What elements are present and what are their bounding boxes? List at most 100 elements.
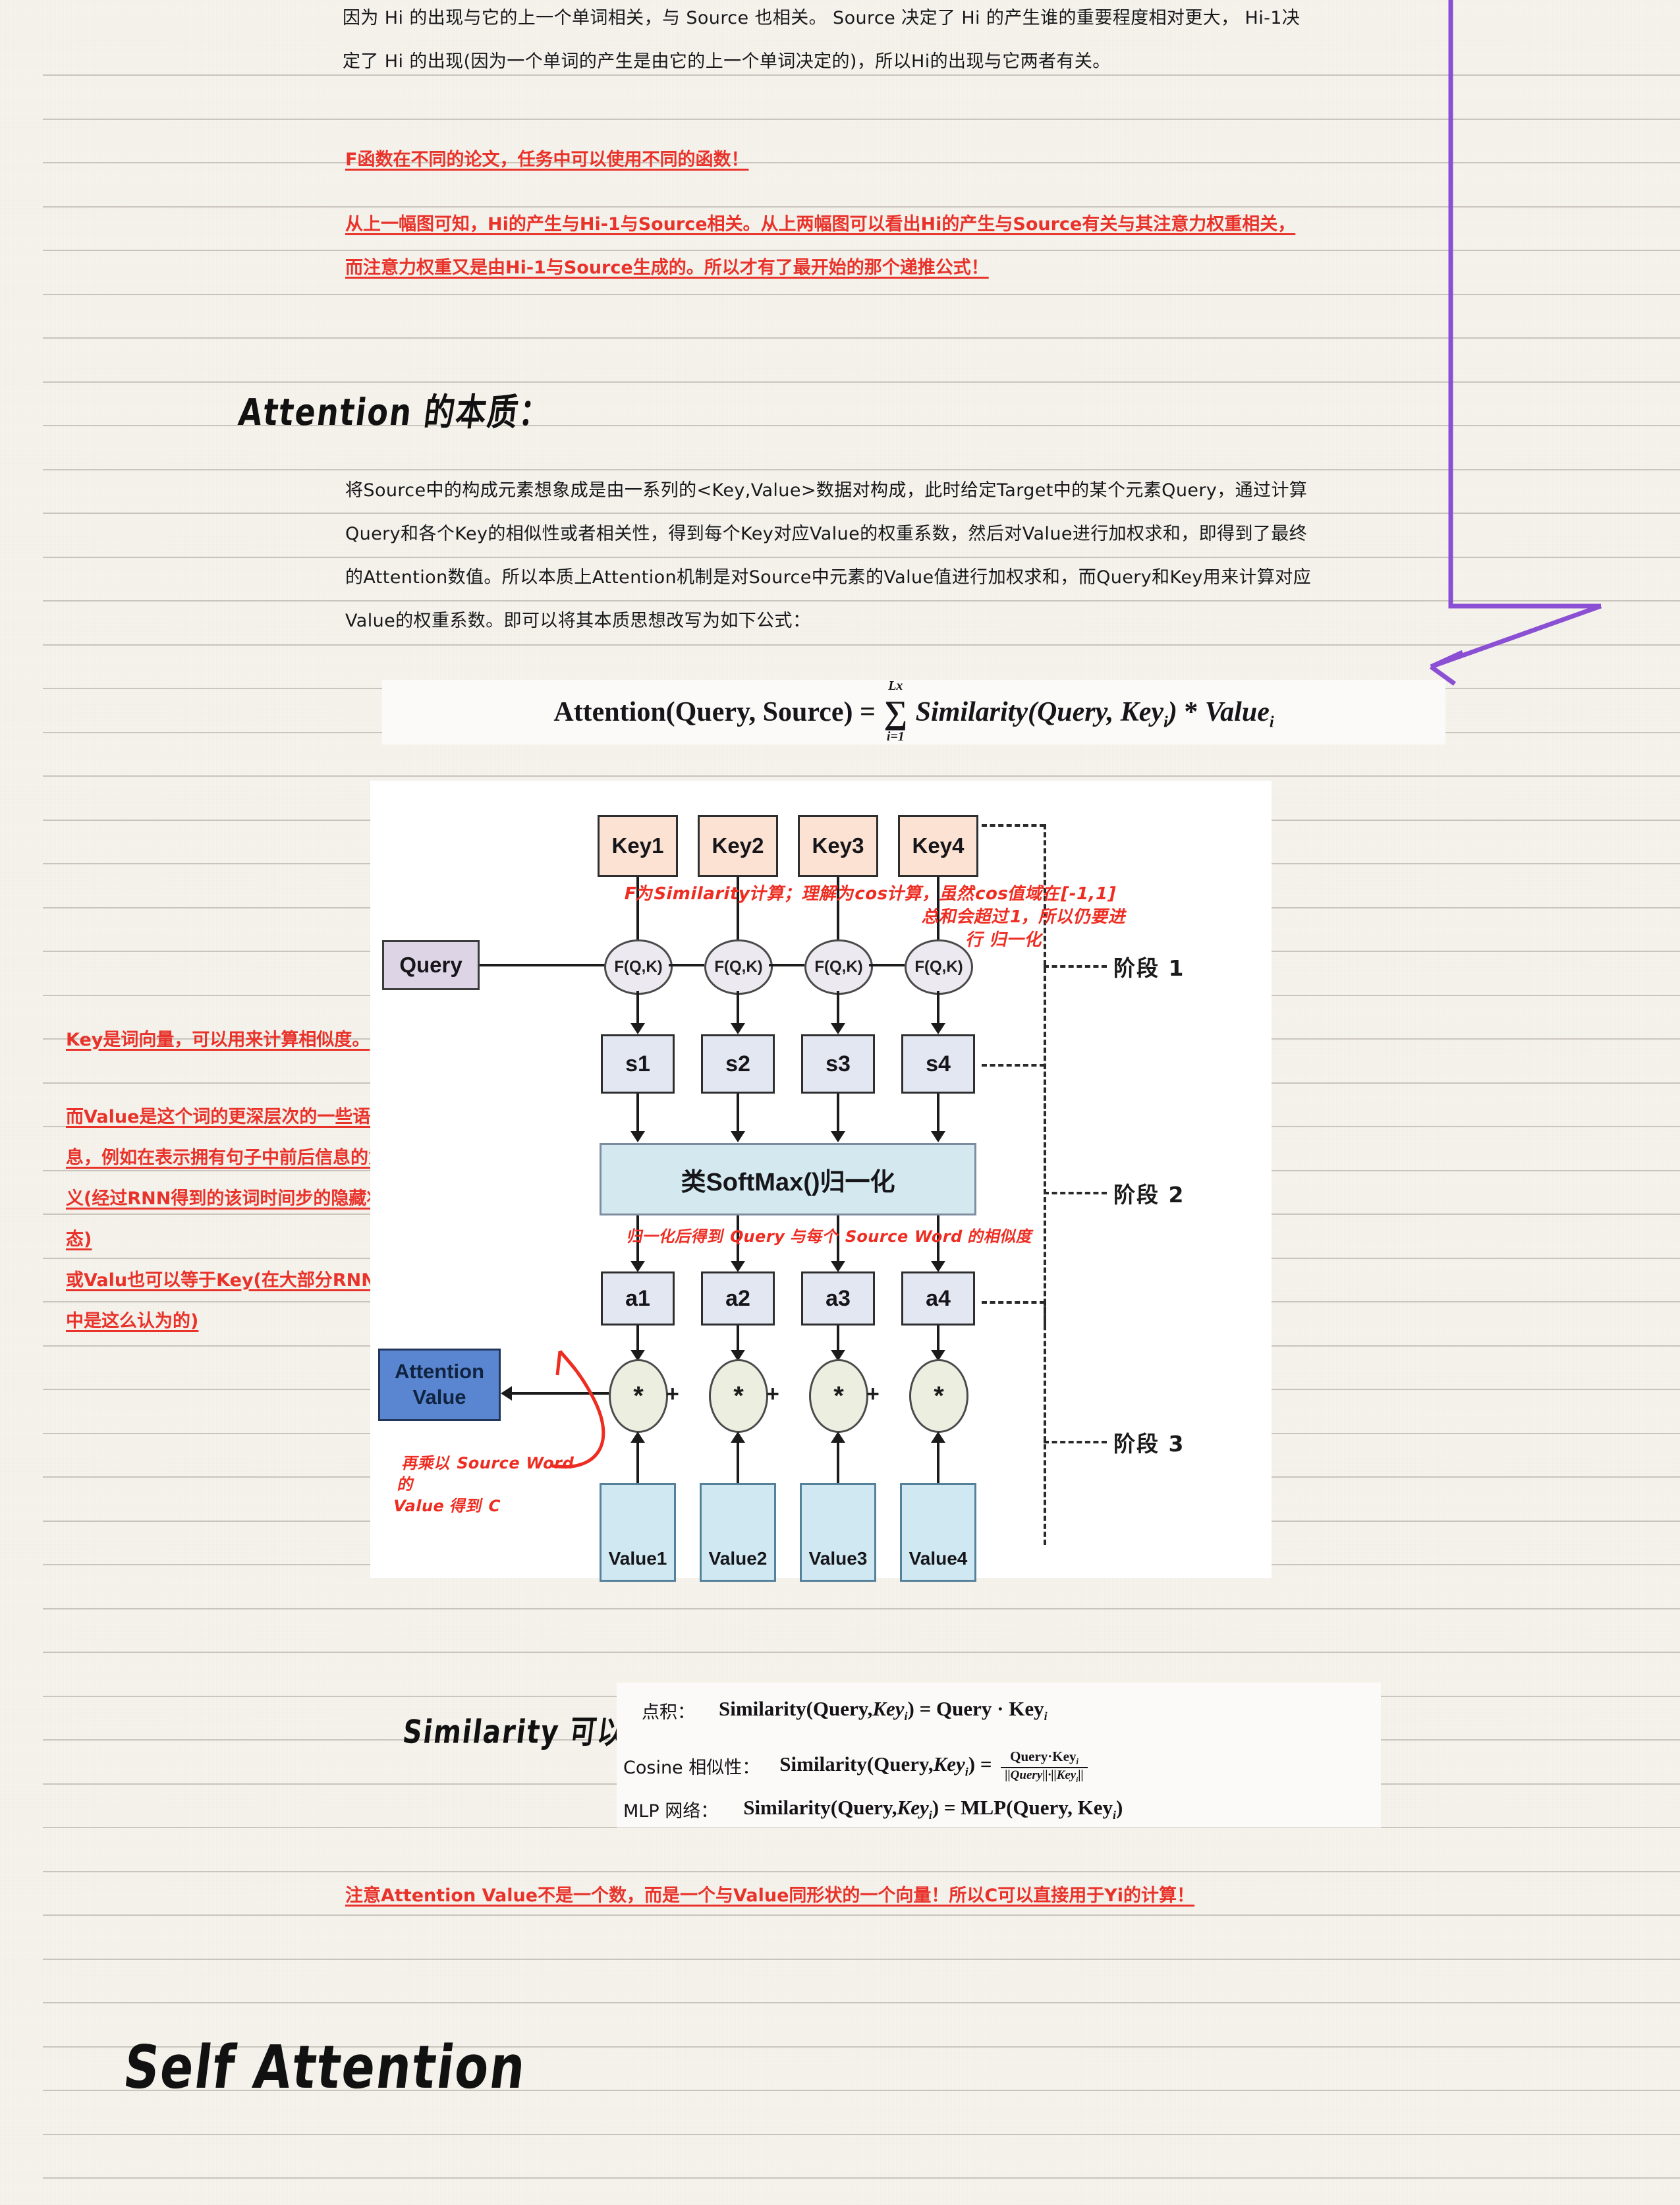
s1-to-softmax-arrowhead xyxy=(630,1131,645,1142)
fqk4-to-s4-line xyxy=(937,991,939,1025)
score-box-1: s1 xyxy=(601,1034,675,1094)
formula-value-subscript: i xyxy=(1269,713,1274,731)
stage2-dash-pointer xyxy=(1044,1192,1107,1194)
red-note-value-line-4: 态) xyxy=(66,1229,92,1250)
attention-value-box: Attention Value xyxy=(378,1349,501,1421)
essence-line-1: 将Source中的构成元素想象成是由一系列的<Key,Value>数据对构成，此… xyxy=(345,480,1308,501)
s4-to-softmax-line xyxy=(937,1094,939,1133)
s4-to-softmax-arrowhead xyxy=(931,1131,945,1142)
value4-to-star-line xyxy=(937,1442,939,1483)
rule-line xyxy=(43,119,1680,120)
key-box-4: Key4 xyxy=(898,815,978,877)
formula-multiply: * xyxy=(1184,696,1198,727)
similarity-formula-dot-product: Similarity(Query,Keyi) = Query · Keyi xyxy=(719,1697,1048,1723)
similarity-formula-cosine: Similarity(Query,Keyi) = Query·Keyi ||Qu… xyxy=(779,1748,1088,1784)
formula-equals: = xyxy=(860,696,876,727)
fqk2-to-s2-line xyxy=(737,991,739,1025)
cosine-denominator: ||Query||·||Keyi|| xyxy=(1001,1767,1088,1784)
value2-to-star-arrowhead xyxy=(731,1432,745,1443)
alpha-box-1: a1 xyxy=(601,1271,675,1326)
fqk1-to-s1-arrowhead xyxy=(630,1023,645,1034)
softmax-to-a3-arrowhead xyxy=(831,1261,845,1272)
plus-sign-3: + xyxy=(866,1382,880,1407)
attention-mechanism-diagram: Key1 Key2 Key3 Key4 Query F(Q,K) F(Q,K) … xyxy=(370,781,1272,1582)
red-note-value-line-1: 而Value是这个词的更深层次的一些语义信 xyxy=(66,1107,406,1127)
s3-to-softmax-line xyxy=(837,1094,839,1133)
top-paragraph-line-1: 因为 Hi 的出现与它的上一个单词相关，与 Source 也相关。 Source… xyxy=(343,8,1301,28)
stage1-dash-pointer xyxy=(1044,965,1107,968)
red-note-f-function: F函数在不同的论文，任务中可以使用不同的函数！ xyxy=(345,138,1465,182)
softmax-to-a2-arrowhead xyxy=(731,1261,745,1272)
plus-sign-2: + xyxy=(766,1382,779,1407)
value-box-3: Value3 xyxy=(800,1483,876,1582)
a4-to-star-line xyxy=(937,1326,939,1352)
fqk-link-2-3 xyxy=(769,964,804,966)
similarity-label-dot-product: 点积： xyxy=(642,1702,695,1723)
value-box-2: Value2 xyxy=(700,1483,776,1582)
score-box-4: s4 xyxy=(901,1034,975,1094)
multiply-node-3: * xyxy=(809,1359,868,1433)
stage3-dash-pointer xyxy=(1044,1441,1107,1443)
similarity-row-cosine: Cosine 相似性： Similarity(Query,Keyi) = Que… xyxy=(623,1748,1088,1784)
rule-line xyxy=(43,2134,1680,2135)
handwritten-value-note-curve-arrow xyxy=(551,1350,605,1468)
hw-f-note-line-1: F为Similarity计算；理解为cos计算，虽然cos值域在[-1,1] xyxy=(622,884,1118,904)
formula-summation: ∑ Lx i=1 xyxy=(883,679,908,744)
handwritten-softmax-note: 归一化后得到 Query 与每个 Source Word 的相似度 xyxy=(625,1226,1131,1247)
stage1-dash-top xyxy=(982,824,1045,827)
fqk3-to-s3-arrowhead xyxy=(831,1023,845,1034)
multiply-node-2: * xyxy=(709,1359,768,1433)
value-box-4: Value4 xyxy=(900,1483,976,1582)
essence-line-2: Query和各个Key的相似性或者相关性，得到每个Key对应Value的权重系数… xyxy=(345,524,1308,544)
hw-f-note-line-3: 行 归一化 xyxy=(964,930,1045,951)
softmax-normalization-box: 类SoftMax()归一化 xyxy=(600,1143,976,1215)
hw-softmax-note-text: 归一化后得到 Query 与每个 Source Word 的相似度 xyxy=(625,1227,1035,1246)
fqk4-to-s4-arrowhead xyxy=(931,1023,945,1034)
fqk-link-3-4 xyxy=(869,964,905,966)
s2-to-softmax-arrowhead xyxy=(731,1131,745,1142)
fqk1-to-s1-line xyxy=(636,991,639,1025)
fqk3-to-s3-line xyxy=(837,991,839,1025)
top-paragraph-line-2: 定了 Hi 的出现(因为一个单词的产生是由它的上一个单词决定的)，所以Hi的出现… xyxy=(343,51,1111,72)
similarity-row-dot-product: 点积： Similarity(Query,Keyi) = Query · Key… xyxy=(642,1697,1048,1723)
heading-self-attention: Self Attention xyxy=(120,2033,530,2102)
score-box-3: s3 xyxy=(801,1034,875,1094)
softmax-to-a1-arrowhead xyxy=(630,1261,645,1272)
softmax-to-a4-arrowhead xyxy=(931,1261,945,1272)
summation-upper-limit: Lx xyxy=(888,678,903,693)
s2-to-softmax-line xyxy=(737,1094,739,1133)
stage-label-1: 阶段 1 xyxy=(1113,955,1185,981)
rule-line xyxy=(43,1652,1680,1653)
essence-line-4: Value的权重系数。即可以将其本质思想改写为如下公式： xyxy=(345,611,811,631)
attention-value-line-2: Value xyxy=(412,1385,466,1409)
formula-close-paren: ) xyxy=(1167,696,1185,727)
attention-value-line-1: Attention xyxy=(394,1360,485,1383)
red-note-recurrence-line-2: 而注意力权重又是由Hi-1与Source生成的。所以才有了最开始的那个递推公式！ xyxy=(345,258,989,278)
stage-label-2: 阶段 2 xyxy=(1113,1182,1185,1208)
fqk-link-1-2 xyxy=(669,964,704,966)
query-box: Query xyxy=(382,940,480,990)
handwritten-f-similarity-note: F为Similarity计算；理解为cos计算，虽然cos值域在[-1,1] 总… xyxy=(612,883,1140,952)
key-box-1: Key1 xyxy=(598,815,678,877)
red-note-value-line-5: 或Valu也可以等于Key(在大部分RNN任务 xyxy=(66,1270,412,1291)
alpha-box-3: a3 xyxy=(801,1271,875,1326)
stage3-dash-top xyxy=(982,1301,1045,1304)
cosine-fraction: Query·Keyi ||Query||·||Keyi|| xyxy=(1001,1748,1088,1784)
rule-line xyxy=(43,337,1680,339)
red-note-recurrence-line-1: 从上一幅图可知，Hi的产生与Hi-1与Source相关。从上两幅图可以看出Hi的… xyxy=(345,214,1296,235)
plus-sign-1: + xyxy=(666,1382,679,1407)
stage-label-3: 阶段 3 xyxy=(1113,1431,1185,1457)
rule-line xyxy=(43,1608,1680,1609)
red-note-attention-value-text: 注意Attention Value不是一个数，而是一个与Value同形状的一个向… xyxy=(345,1885,1195,1906)
similarity-formula-panel: 点积： Similarity(Query,Keyi) = Query · Key… xyxy=(617,1683,1381,1828)
a3-to-star-line xyxy=(837,1326,839,1352)
red-note-attention-value-vector: 注意Attention Value不是一个数，而是一个与Value同形状的一个向… xyxy=(345,1874,1478,1918)
red-note-key-vector-text: Key是词向量，可以用来计算相似度。 xyxy=(66,1030,370,1050)
stage2-dash-top xyxy=(982,1064,1045,1067)
value2-to-star-line xyxy=(737,1442,739,1483)
summation-sigma: ∑ xyxy=(883,693,908,731)
alpha-box-4: a4 xyxy=(901,1271,975,1326)
score-box-2: s2 xyxy=(701,1034,775,1094)
value3-to-star-arrowhead xyxy=(831,1432,845,1443)
rule-line xyxy=(43,2002,1680,2003)
